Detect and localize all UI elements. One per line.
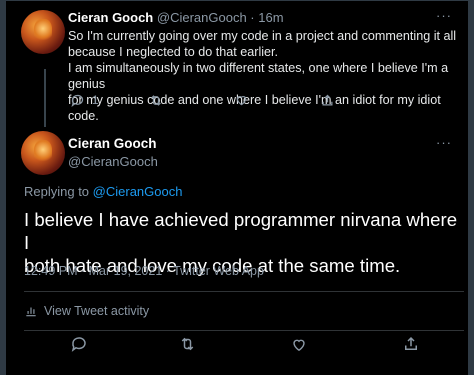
- divider: [24, 291, 464, 292]
- reply-icon: [70, 335, 88, 353]
- share-icon: [402, 335, 420, 353]
- like-button[interactable]: [234, 93, 249, 107]
- activity-label: View Tweet activity: [44, 304, 150, 318]
- more-icon[interactable]: ···: [436, 8, 452, 23]
- reply-count: 1: [92, 93, 99, 107]
- tweet-thread-panel: Cieran Gooch @CieranGooch · 16m ··· So I…: [0, 0, 474, 375]
- tweet-text-line: So I'm currently going over my code in a…: [68, 29, 457, 43]
- replying-to-link[interactable]: @CieranGooch: [93, 184, 183, 199]
- like-icon: [234, 93, 249, 107]
- share-button[interactable]: [320, 93, 335, 108]
- retweet-button[interactable]: [178, 335, 197, 353]
- author-name[interactable]: Cieran Gooch: [68, 136, 157, 151]
- like-button[interactable]: [290, 336, 308, 353]
- tweet-header: Cieran Gooch @CieranGooch · 16m: [68, 10, 284, 25]
- tweet-time[interactable]: 16m: [258, 10, 283, 25]
- reply-button[interactable]: [70, 335, 88, 353]
- retweet-icon: [178, 335, 197, 353]
- avatar[interactable]: [21, 131, 65, 175]
- tweet-text-line: for my genius code and one where I belie…: [68, 93, 441, 123]
- tweet-text-line: because I neglected to do that earlier.: [68, 45, 279, 59]
- author-handle[interactable]: @CieranGooch: [68, 154, 158, 169]
- like-icon: [290, 336, 308, 353]
- author-name[interactable]: Cieran Gooch: [68, 10, 153, 25]
- tweet-text: So I'm currently going over my code in a…: [68, 28, 468, 124]
- share-button[interactable]: [402, 335, 420, 353]
- divider: [24, 330, 464, 331]
- tweet-text-line: I believe I have achieved programmer nir…: [24, 209, 458, 253]
- reply-icon: [70, 93, 85, 108]
- avatar[interactable]: [21, 10, 65, 54]
- reply-button[interactable]: 1: [70, 93, 99, 108]
- share-icon: [320, 93, 335, 108]
- tweet-text-line: I am simultaneously in two different sta…: [68, 61, 449, 91]
- author-handle[interactable]: @CieranGooch: [157, 10, 247, 25]
- view-tweet-activity-link[interactable]: View Tweet activity: [24, 304, 149, 318]
- replying-to: Replying to @CieranGooch: [24, 184, 182, 199]
- thread-connector-line: [44, 69, 46, 127]
- separator-dot: ·: [250, 10, 255, 25]
- activity-icon: [24, 304, 38, 318]
- retweet-button[interactable]: [148, 93, 164, 108]
- tweet-meta[interactable]: 12:49 PM · Mar 19, 2021 · Twitter Web Ap…: [24, 264, 264, 278]
- replying-to-prefix: Replying to: [24, 184, 90, 199]
- retweet-icon: [148, 93, 164, 108]
- more-icon[interactable]: ···: [436, 135, 452, 150]
